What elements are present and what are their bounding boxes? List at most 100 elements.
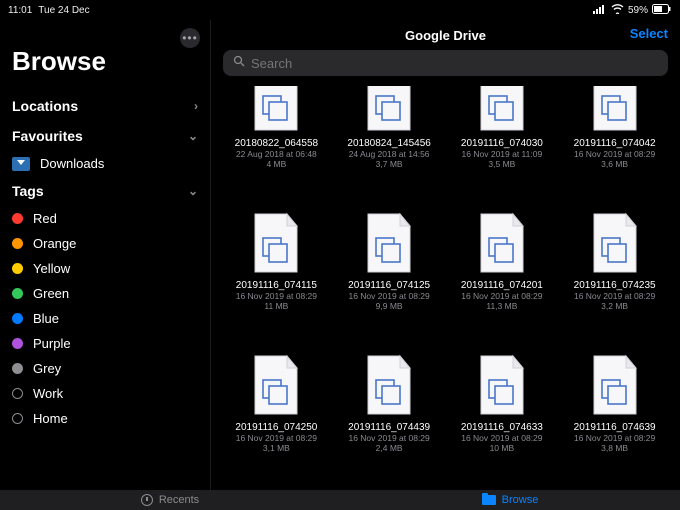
battery-level: 59% [628,5,648,16]
document-icon [249,86,303,134]
file-size: 3,6 MB [601,159,628,169]
file-date: 22 Aug 2018 at 06:48 [236,149,317,159]
file-date: 16 Nov 2019 at 08:29 [236,433,317,443]
location-title: Google Drive [405,28,486,43]
file-name: 20191116_074439 [348,422,430,433]
file-date: 16 Nov 2019 at 08:29 [574,149,655,159]
file-size: 3,1 MB [263,443,290,453]
search-icon [233,55,245,70]
tag-dot-icon [12,288,23,299]
section-favourites[interactable]: Favourites ⌄ [10,121,200,151]
browse-title: Browse [12,46,200,77]
file-date: 16 Nov 2019 at 08:29 [574,433,655,443]
chevron-down-icon: ⌄ [188,184,198,198]
tag-dot-icon [12,363,23,374]
battery-icon [652,4,672,17]
more-button[interactable]: ••• [180,28,200,48]
chevron-right-icon: › [194,99,198,113]
status-time: 11:01 [8,5,32,16]
content-header: Google Drive Select [211,20,680,50]
status-bar: 11:01 Tue 24 Dec 59% [0,0,680,20]
file-item[interactable]: 20191116_07463916 Nov 2019 at 08:293,8 M… [563,352,666,490]
wifi-icon [611,4,624,17]
tab-bar: Recents Browse [0,490,680,510]
file-size: 3,5 MB [488,159,515,169]
file-size: 3,2 MB [601,301,628,311]
document-icon [588,212,642,276]
sidebar-item-label: Yellow [33,261,70,276]
sidebar-tag-item[interactable]: Grey [10,356,200,381]
signal-icon [593,4,607,17]
chevron-down-icon: ⌄ [188,129,198,143]
section-tags[interactable]: Tags ⌄ [10,176,200,206]
document-icon [249,354,303,418]
file-date: 16 Nov 2019 at 08:29 [461,291,542,301]
status-date: Tue 24 Dec [38,5,89,16]
sidebar-tag-item[interactable]: Purple [10,331,200,356]
section-label: Favourites [12,128,83,144]
select-button[interactable]: Select [630,26,668,41]
document-icon [588,354,642,418]
sidebar-tag-item[interactable]: Red [10,206,200,231]
sidebar-item-label: Green [33,286,69,301]
downloads-folder-icon [12,157,30,171]
document-icon [249,212,303,276]
file-date: 16 Nov 2019 at 11:09 [462,149,543,159]
tab-label: Browse [502,494,539,506]
file-size: 11 MB [264,301,288,311]
file-item[interactable]: 20191116_07443916 Nov 2019 at 08:292,4 M… [338,352,441,490]
file-item[interactable]: 20191116_07425016 Nov 2019 at 08:293,1 M… [225,352,328,490]
sidebar-tag-item[interactable]: Yellow [10,256,200,281]
file-item[interactable]: 20180824_14545624 Aug 2018 at 14:563,7 M… [338,84,441,206]
tag-dot-icon [12,313,23,324]
sidebar-item-downloads[interactable]: Downloads [10,151,200,176]
content-area: Google Drive Select 20180822_06455822 Au… [210,20,680,490]
sidebar-item-label: Orange [33,236,76,251]
tab-browse[interactable]: Browse [340,490,680,510]
file-item[interactable]: 20191116_07403016 Nov 2019 at 11:093,5 M… [451,84,554,206]
section-locations[interactable]: Locations › [10,91,200,121]
tag-open-icon [12,388,23,399]
sidebar-tag-item[interactable]: Green [10,281,200,306]
sidebar-tag-item[interactable]: Home [10,406,200,431]
sidebar-tag-item[interactable]: Work [10,381,200,406]
sidebar-item-label: Blue [33,311,59,326]
ellipsis-icon: ••• [182,31,198,45]
file-name: 20191116_074250 [235,422,317,433]
file-item[interactable]: 20191116_07463316 Nov 2019 at 08:2910 MB [451,352,554,490]
sidebar-tag-item[interactable]: Orange [10,231,200,256]
file-name: 20191116_074030 [461,138,543,149]
search-input[interactable] [223,50,668,76]
file-item[interactable]: 20191116_07423516 Nov 2019 at 08:293,2 M… [563,210,666,348]
file-grid: 20180822_06455822 Aug 2018 at 06:484 MB … [211,84,680,490]
file-item[interactable]: 20191116_07420116 Nov 2019 at 08:2911,3 … [451,210,554,348]
file-size: 9,9 MB [376,301,403,311]
sidebar-tag-item[interactable]: Blue [10,306,200,331]
file-date: 16 Nov 2019 at 08:29 [348,433,429,443]
file-size: 10 MB [490,443,515,453]
section-label: Locations [12,98,78,114]
file-name: 20191116_074115 [236,280,317,291]
tag-dot-icon [12,213,23,224]
file-date: 16 Nov 2019 at 08:29 [236,291,317,301]
file-name: 20191116_074042 [574,138,656,149]
file-name: 20191116_074235 [574,280,656,291]
file-item[interactable]: 20191116_07404216 Nov 2019 at 08:293,6 M… [563,84,666,206]
tag-dot-icon [12,238,23,249]
file-item[interactable]: 20191116_07412516 Nov 2019 at 08:299,9 M… [338,210,441,348]
tag-open-icon [12,413,23,424]
file-size: 2,4 MB [376,443,403,453]
clock-icon [141,494,153,506]
file-item[interactable]: 20191116_07411516 Nov 2019 at 08:2911 MB [225,210,328,348]
file-item[interactable]: 20180822_06455822 Aug 2018 at 06:484 MB [225,84,328,206]
sidebar-item-label: Grey [33,361,61,376]
tag-dot-icon [12,263,23,274]
sidebar-item-label: Purple [33,336,71,351]
sidebar-item-label: Downloads [40,156,104,171]
file-size: 11,3 MB [486,301,517,311]
tab-recents[interactable]: Recents [0,490,340,510]
document-icon [362,354,416,418]
file-size: 4 MB [266,159,286,169]
document-icon [362,212,416,276]
file-name: 20191116_074201 [461,280,543,291]
